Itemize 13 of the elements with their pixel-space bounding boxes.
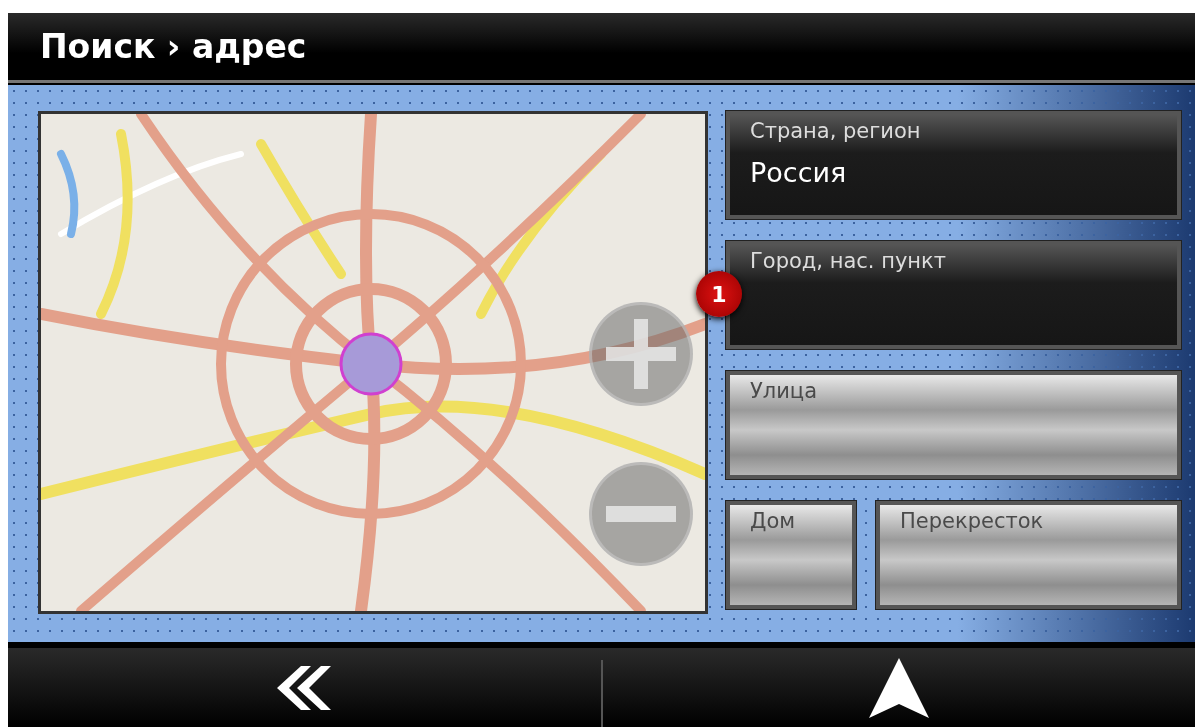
input-field[interactable]: Страна, регион Россия <box>726 111 1181 219</box>
field-label: Город, нас. пункт <box>750 249 946 273</box>
double-chevron-left-icon <box>277 665 332 710</box>
field-label: Дом <box>750 509 796 533</box>
field-label: Страна, регион <box>750 119 921 143</box>
screen-title: Поиск › адрес <box>40 27 307 66</box>
field-label: Улица <box>750 379 818 403</box>
minus-icon <box>606 506 676 522</box>
field-value: Россия <box>750 157 848 188</box>
navigation-arrow-icon <box>868 657 929 718</box>
input-field[interactable]: Город, нас. пункт <box>726 241 1181 349</box>
field-label: Перекресток <box>900 509 1044 533</box>
plus-icon <box>606 319 676 389</box>
